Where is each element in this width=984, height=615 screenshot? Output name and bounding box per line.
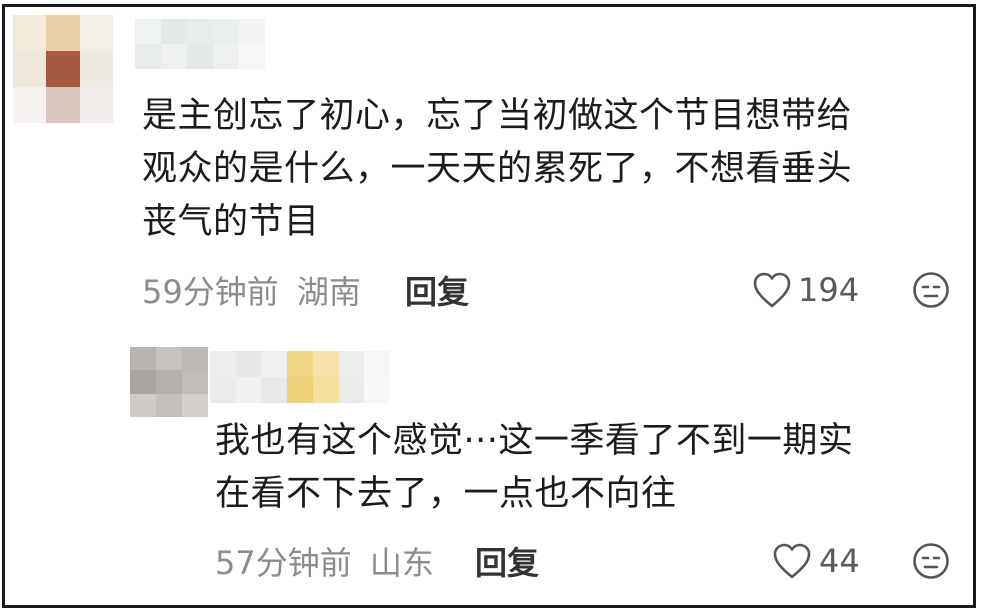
comment-body: 我也有这个感觉···这一季看了不到一期实 在看不下去了，一点也不向往 bbox=[215, 415, 853, 521]
timestamp: 57分钟前 bbox=[215, 544, 352, 582]
like-count: 194 bbox=[798, 271, 860, 309]
comment-line: 是主创忘了初心，忘了当初做这个节目想带给 bbox=[142, 96, 853, 136]
timestamp: 59分钟前 bbox=[142, 273, 279, 311]
avatar[interactable] bbox=[13, 15, 113, 123]
comment-panel: 是主创忘了初心，忘了当初做这个节目想带给 观众的是什么，一天天的累死了，不想看垂… bbox=[2, 4, 976, 608]
neutral-face-icon[interactable] bbox=[912, 542, 950, 580]
location: 湖南 bbox=[296, 273, 361, 311]
comment-meta: 59分钟前 湖南 bbox=[142, 272, 361, 312]
username-redacted[interactable] bbox=[135, 19, 265, 69]
comment-line: 丧气的节目 bbox=[142, 202, 320, 242]
like-count: 44 bbox=[819, 542, 860, 580]
reply-button[interactable]: 回复 bbox=[475, 543, 539, 583]
comment-meta: 57分钟前 山东 bbox=[215, 543, 434, 583]
location: 山东 bbox=[369, 544, 434, 582]
username-redacted[interactable] bbox=[210, 351, 390, 403]
comment-line: 观众的是什么，一天天的累死了，不想看垂头 bbox=[142, 149, 853, 189]
comment-body: 是主创忘了初心，忘了当初做这个节目想带给 观众的是什么，一天天的累死了，不想看垂… bbox=[142, 90, 852, 249]
avatar[interactable] bbox=[130, 347, 208, 417]
neutral-face-icon[interactable] bbox=[912, 271, 950, 309]
heart-outline-icon[interactable] bbox=[772, 542, 812, 580]
heart-outline-icon[interactable] bbox=[752, 271, 792, 309]
comment-line: 我也有这个感觉···这一季看了不到一期实 bbox=[215, 421, 854, 461]
reply-button[interactable]: 回复 bbox=[405, 272, 469, 312]
comment-line: 在看不下去了，一点也不向往 bbox=[215, 474, 677, 514]
